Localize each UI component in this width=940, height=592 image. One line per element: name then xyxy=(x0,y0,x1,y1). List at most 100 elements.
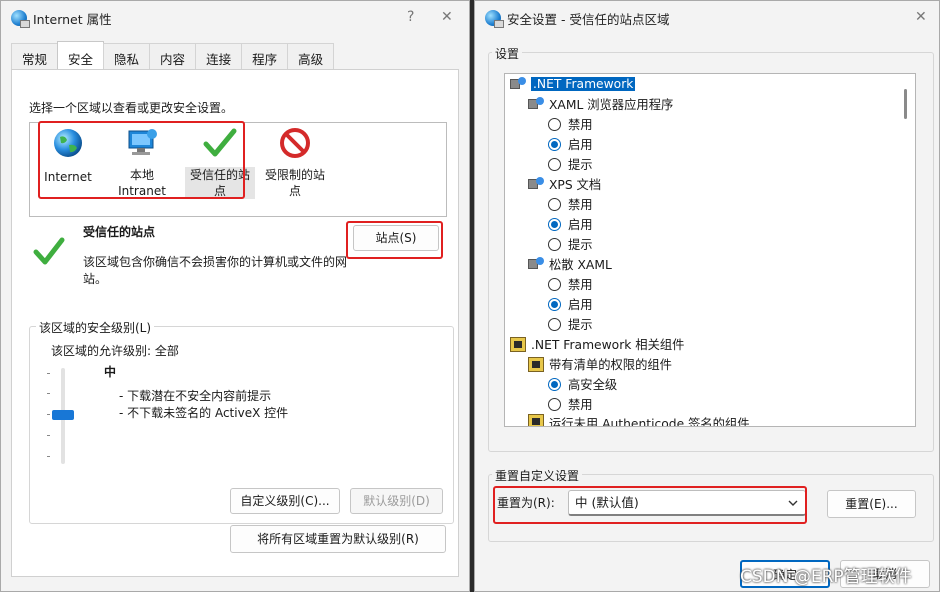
security-level-group-label: 该区域的安全级别(L) xyxy=(36,319,155,336)
tree-subcategory-loose-xaml: 松散 XAML xyxy=(528,254,612,274)
tree-option-row[interactable]: 禁用 xyxy=(548,394,593,414)
zone-restricted-label-2: 点 xyxy=(288,184,301,198)
zone-restricted-sites[interactable]: 受限制的站 点 xyxy=(260,127,330,199)
tree-option-label: 启用 xyxy=(568,298,593,312)
tab-connections[interactable]: 连接 xyxy=(195,43,243,69)
tree-option-label: 启用 xyxy=(568,138,593,152)
tree-option-row[interactable]: 高安全级 xyxy=(548,374,617,394)
tree-option-row[interactable]: 启用 xyxy=(548,294,593,314)
level-bullet-1: - 下载潜在不安全内容前提示 xyxy=(119,389,272,403)
security-level-slider-thumb[interactable] xyxy=(52,410,74,420)
tree-option-row[interactable]: 启用 xyxy=(548,214,593,234)
dotnet-component-icon xyxy=(528,414,544,426)
window-title: Internet 属性 xyxy=(33,11,112,27)
radio-button[interactable] xyxy=(548,137,561,151)
radio-button[interactable] xyxy=(548,237,561,251)
tree-category-dotnet[interactable]: .NET Framework xyxy=(510,74,636,94)
tab-general[interactable]: 常规 xyxy=(11,43,59,69)
settings-category-icon xyxy=(528,96,544,112)
tab-advanced[interactable]: 高级 xyxy=(287,43,335,69)
tree-subcategory-label: XAML 浏览器应用程序 xyxy=(549,98,674,112)
radio-button[interactable] xyxy=(548,117,561,131)
radio-button[interactable] xyxy=(548,297,561,311)
tree-option-label: 禁用 xyxy=(568,198,593,212)
no-entry-icon xyxy=(280,128,310,158)
internet-options-icon xyxy=(11,10,30,28)
reset-all-zones-button[interactable]: 将所有区域重置为默认级别(R) xyxy=(230,525,446,553)
tab-privacy[interactable]: 隐私 xyxy=(103,43,151,69)
tree-scrollbar-thumb[interactable] xyxy=(904,89,907,119)
slider-tick xyxy=(47,393,50,394)
tree-option-label: 提示 xyxy=(568,238,593,252)
tree-option-row[interactable]: 禁用 xyxy=(548,114,593,134)
tree-option-label: 启用 xyxy=(568,218,593,232)
watermark: CSDN @ERP管理软件 xyxy=(740,567,912,587)
tree-option-row[interactable]: 提示 xyxy=(548,154,593,174)
tree-option-label: 高安全级 xyxy=(568,378,618,392)
title-bar: 安全设置 - 受信任的站点区域 xyxy=(475,1,939,35)
zone-restricted-label-1: 受限制的站 xyxy=(264,168,325,182)
allowed-levels-text: 该区域的允许级别: 全部 xyxy=(51,344,179,358)
tree-option-row[interactable]: 禁用 xyxy=(548,274,593,294)
annotation-highlight-sites-button xyxy=(346,221,443,259)
level-bullet-2: - 不下载未签名的 ActiveX 控件 xyxy=(119,406,289,420)
annotation-highlight-zones xyxy=(38,121,245,199)
settings-category-icon xyxy=(528,256,544,272)
tree-option-row[interactable]: 启用 xyxy=(548,134,593,154)
tree-option-label: 禁用 xyxy=(568,118,593,132)
tree-option-label: 禁用 xyxy=(568,398,593,412)
tree-subcategory-unsigned-components: 运行未用 Authenticode 签名的组件 xyxy=(528,414,750,426)
tree-option-label: 禁用 xyxy=(568,278,593,292)
tree-option-label: 提示 xyxy=(568,318,593,332)
tree-option-row[interactable]: 禁用 xyxy=(548,194,593,214)
radio-button[interactable] xyxy=(548,277,561,291)
annotation-highlight-reset-select xyxy=(493,486,807,524)
tree-subcategory-label: XPS 文档 xyxy=(549,178,602,192)
settings-category-icon xyxy=(510,76,526,92)
settings-group-label: 设置 xyxy=(492,45,523,62)
close-button[interactable]: ✕ xyxy=(441,9,453,25)
dotnet-component-icon xyxy=(528,356,544,372)
help-button[interactable]: ? xyxy=(407,9,414,25)
selected-zone-description-1: 该区域包含你确信不会损害你的计算机或文件的网 xyxy=(83,255,348,269)
radio-button[interactable] xyxy=(548,157,561,171)
window-title: 安全设置 - 受信任的站点区域 xyxy=(507,11,670,27)
tree-subcategory-xps: XPS 文档 xyxy=(528,174,601,194)
slider-tick xyxy=(47,456,50,457)
reset-group-label: 重置自定义设置 xyxy=(492,467,583,484)
selected-zone-name: 受信任的站点 xyxy=(83,225,156,239)
tree-subcategory-label: 带有清单的权限的组件 xyxy=(549,358,672,372)
tree-option-row[interactable]: 提示 xyxy=(548,314,593,334)
internet-properties-window: Internet 属性 ? ✕ 常规 安全 隐私 内容 连接 程序 高级 选择一… xyxy=(0,0,470,592)
tab-programs[interactable]: 程序 xyxy=(241,43,289,69)
internet-options-icon xyxy=(485,10,504,28)
slider-tick xyxy=(47,435,50,436)
current-level-name: 中 xyxy=(104,365,117,379)
zone-prompt: 选择一个区域以查看或更改安全设置。 xyxy=(29,101,234,115)
radio-button[interactable] xyxy=(548,317,561,331)
tab-security[interactable]: 安全 xyxy=(57,41,105,69)
tree-subcategory-xaml-browser: XAML 浏览器应用程序 xyxy=(528,94,673,114)
slider-tick xyxy=(47,414,50,415)
tree-option-label: 提示 xyxy=(568,158,593,172)
tree-option-row[interactable]: 提示 xyxy=(548,234,593,254)
tree-subcategory-label: 松散 XAML xyxy=(549,258,612,272)
tree-category-label: .NET Framework 相关组件 xyxy=(531,338,685,352)
custom-level-button[interactable]: 自定义级别(C)... xyxy=(230,488,340,514)
tab-content[interactable]: 内容 xyxy=(149,43,197,69)
selected-zone-description-2: 站。 xyxy=(83,272,108,286)
radio-button[interactable] xyxy=(548,217,561,231)
trusted-checkmark-icon xyxy=(33,237,65,265)
reset-button[interactable]: 重置(E)... xyxy=(827,490,916,518)
title-bar: Internet 属性 xyxy=(1,1,469,35)
tree-category-dotnet-components[interactable]: .NET Framework 相关组件 xyxy=(510,334,684,354)
close-button[interactable]: ✕ xyxy=(915,9,927,25)
tree-category-label: .NET Framework xyxy=(531,77,636,91)
tree-subcategory-label: 运行未用 Authenticode 签名的组件 xyxy=(549,417,750,426)
default-level-button: 默认级别(D) xyxy=(350,488,443,514)
tree-subcategory-manifest-components: 带有清单的权限的组件 xyxy=(528,354,672,374)
radio-button[interactable] xyxy=(548,397,561,411)
tab-strip: 常规 安全 隐私 内容 连接 程序 高级 xyxy=(11,41,335,69)
radio-button[interactable] xyxy=(548,197,561,211)
radio-button[interactable] xyxy=(548,377,561,391)
